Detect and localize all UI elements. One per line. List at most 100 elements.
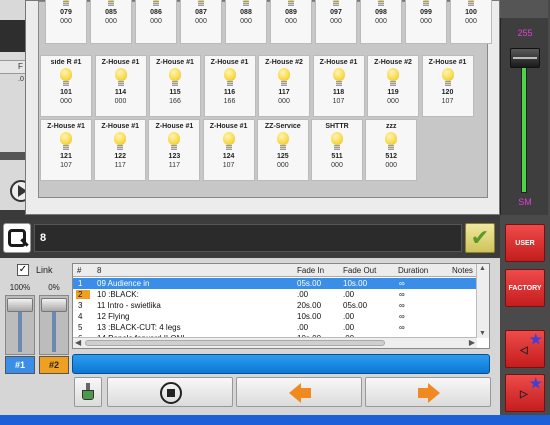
fader-knob[interactable] xyxy=(7,298,33,312)
fixture-tile[interactable]: Z-House #1 124 107 xyxy=(202,119,255,181)
table-row[interactable]: 5 13 :BLACK-CUT: 4 legs .00 .00 ∞ xyxy=(73,322,477,333)
fixture-number: 089 xyxy=(285,9,297,16)
cue-index: 3 xyxy=(78,301,83,310)
bulb-icon xyxy=(104,0,118,8)
horizontal-scrollbar[interactable]: ◀ ▶ xyxy=(73,337,477,348)
fixture-tile[interactable]: 089 000 xyxy=(270,0,312,44)
fixture-value: 000 xyxy=(420,18,432,25)
fixture-value: 107 xyxy=(60,162,72,169)
fixture-number: 088 xyxy=(240,9,252,16)
go-button[interactable] xyxy=(365,377,491,407)
table-row[interactable]: 2 10 :BLACK: .00 .00 ∞ xyxy=(73,289,477,300)
scrollbar-thumb[interactable] xyxy=(85,340,385,346)
next-page-button[interactable]: ★ ▷ xyxy=(505,374,545,412)
table-row[interactable]: 3 11 Intro - swietlika 20s.00 05s.00 ∞ xyxy=(73,300,477,311)
fixture-tile[interactable]: Z-House #2 117 000 xyxy=(258,55,310,117)
fixture-tile[interactable]: Z-House #1 118 107 xyxy=(312,55,365,117)
column-header[interactable]: Fade In xyxy=(297,266,324,275)
fixture-value: 166 xyxy=(223,98,236,105)
playback2-fader[interactable] xyxy=(39,295,69,355)
stop-icon xyxy=(160,382,182,404)
fixture-number: 097 xyxy=(330,9,342,16)
scroll-up-icon[interactable]: ▲ xyxy=(479,265,486,272)
prev-page-button[interactable]: ★ ◁ xyxy=(505,330,545,368)
fixture-name: Z-House #1 xyxy=(319,59,358,66)
fixture-tile[interactable]: zzz 512 000 xyxy=(365,119,418,181)
scroll-right-icon[interactable]: ▶ xyxy=(469,338,475,347)
column-header[interactable]: 8 xyxy=(97,266,101,275)
fixture-number: 087 xyxy=(195,9,207,16)
fixture-tile[interactable]: SHTTR 511 000 xyxy=(311,119,363,181)
bulb-icon xyxy=(59,0,73,8)
link-checkbox[interactable]: ✓ xyxy=(17,264,29,276)
column-header[interactable]: Fade Out xyxy=(343,266,376,275)
fixture-tile[interactable]: 086 000 xyxy=(135,0,177,44)
fixture-tile[interactable]: Z-House #1 123 117 xyxy=(148,119,201,181)
bulb-icon xyxy=(223,68,237,88)
fixture-value: 000 xyxy=(60,98,72,105)
cue-name: 10 :BLACK: xyxy=(97,290,139,299)
fixture-tile[interactable]: Z-House #1 116 166 xyxy=(203,55,256,117)
background-window: F .0 xyxy=(0,0,32,210)
cue-name: 12 Flying xyxy=(97,312,130,321)
column-header[interactable]: Duration xyxy=(398,266,428,275)
master-fader-knob[interactable] xyxy=(510,48,540,68)
cue-fade-in: .00 xyxy=(297,323,309,332)
fixture-number: 125 xyxy=(276,153,289,160)
scroll-left-icon[interactable]: ◀ xyxy=(75,338,81,347)
fixture-value: 000 xyxy=(385,162,398,169)
factory-button[interactable]: FACTORY xyxy=(505,269,545,307)
command-input[interactable]: 8 xyxy=(34,224,462,252)
fixture-tile[interactable]: 079 000 xyxy=(45,0,87,44)
fixture-value: 000 xyxy=(150,18,162,25)
fixture-tile[interactable]: Z-House #1 120 107 xyxy=(421,55,474,117)
fader-knob[interactable] xyxy=(41,298,67,312)
taskbar xyxy=(0,415,550,425)
scroll-down-icon[interactable]: ▼ xyxy=(479,330,486,337)
user-button[interactable]: USER xyxy=(505,224,545,262)
fixture-tile[interactable]: 088 000 xyxy=(225,0,267,44)
background-row: .0 xyxy=(18,76,24,83)
fixture-value: 000 xyxy=(114,98,127,105)
fixture-tile[interactable]: side R #1 101 000 xyxy=(40,55,92,117)
table-row[interactable]: 1 09 Audience in 05s.00 10s.00 ∞ xyxy=(73,278,477,289)
fixture-tile[interactable]: Z-House #2 119 000 xyxy=(367,55,419,117)
column-header[interactable]: Notes xyxy=(452,266,473,275)
fixture-number: 511 xyxy=(331,153,343,160)
fixture-tile[interactable]: 100 000 xyxy=(450,0,492,44)
fixture-tile[interactable]: 097 000 xyxy=(315,0,357,44)
cue-fade-out: .00 xyxy=(343,312,355,321)
fixture-tile[interactable]: 087 000 xyxy=(180,0,222,44)
fixture-tile[interactable]: ZZ-Service 125 000 xyxy=(256,119,309,181)
playback2-percent: 0% xyxy=(48,283,60,292)
playback1-fader[interactable] xyxy=(5,295,35,355)
table-row[interactable]: 4 12 Flying 10s.00 .00 ∞ xyxy=(73,311,477,322)
app-menu-button[interactable] xyxy=(3,223,31,253)
fixture-number: 117 xyxy=(278,89,290,96)
cue-duration: ∞ xyxy=(399,301,405,310)
playback2-button[interactable]: #2 xyxy=(39,356,69,374)
fixture-tile[interactable]: 085 000 xyxy=(90,0,132,44)
fixture-name: Z-House #2 xyxy=(374,59,412,66)
master-fader-label: SM xyxy=(518,197,532,207)
cue-duration: ∞ xyxy=(399,323,405,332)
fixture-tile[interactable]: Z-House #1 122 117 xyxy=(94,119,147,181)
stop-button[interactable] xyxy=(107,377,233,407)
bulb-icon xyxy=(276,132,290,152)
fixture-tile[interactable]: Z-House #1 114 000 xyxy=(94,55,147,117)
fixture-tile[interactable]: Z-House #1 121 107 xyxy=(40,119,92,181)
playback1-percent: 100% xyxy=(9,283,31,292)
column-header[interactable]: # xyxy=(77,266,81,275)
fixture-value: 000 xyxy=(465,18,477,25)
confirm-button[interactable]: ✔ xyxy=(465,223,495,253)
back-button[interactable] xyxy=(236,377,362,407)
background-divider xyxy=(0,152,28,160)
fixture-tile[interactable]: Z-House #1 115 166 xyxy=(149,55,201,117)
fixture-tile[interactable]: 098 000 xyxy=(360,0,402,44)
playback1-button[interactable]: #1 xyxy=(5,356,35,374)
fixture-name: Z-House #1 xyxy=(47,123,85,130)
flask-button[interactable] xyxy=(74,377,102,407)
fixture-value: 000 xyxy=(240,18,252,25)
fixture-tile[interactable]: 099 000 xyxy=(405,0,447,44)
vertical-scrollbar[interactable]: ▲ ▼ xyxy=(476,264,489,338)
